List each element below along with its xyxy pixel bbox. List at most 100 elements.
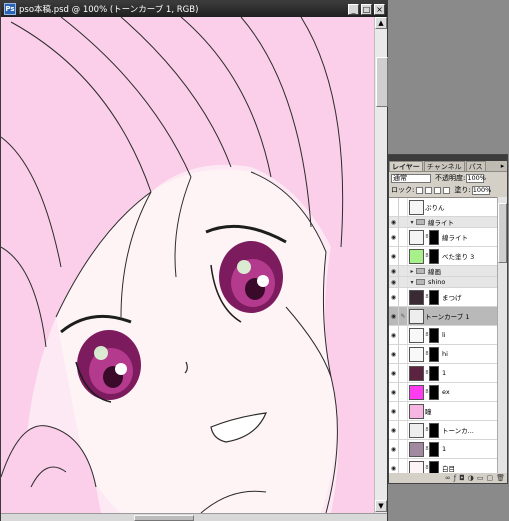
visibility-eye-icon[interactable]: ◉ [389, 383, 399, 401]
visibility-eye-icon[interactable]: ◉ [389, 402, 399, 420]
expand-down-icon[interactable]: ▾ [408, 279, 416, 286]
lock-move-icon[interactable] [434, 186, 442, 194]
layer-group-row[interactable]: ◉ ▾ 線ライト [389, 217, 497, 228]
palette-menu-icon[interactable]: ▸ [498, 162, 507, 171]
link-slot-icon[interactable] [399, 364, 408, 382]
adjustment-thumbnail-icon [409, 308, 424, 324]
layer-thumbnail [409, 441, 424, 457]
fill-field[interactable]: 100% [471, 185, 491, 195]
layer-mask-thumbnail[interactable] [429, 289, 439, 305]
scroll-down-arrow-icon[interactable]: ▼ [375, 500, 387, 512]
visibility-eye-icon[interactable]: ◉ [389, 345, 399, 363]
visibility-eye-icon[interactable]: ◉ [389, 266, 399, 276]
expand-right-icon[interactable]: ▸ [408, 268, 416, 275]
layer-mask-thumbnail[interactable] [429, 327, 439, 343]
layer-row[interactable]: ぷりん [389, 198, 497, 217]
canvas[interactable] [1, 17, 374, 513]
layers-scrollbar[interactable] [497, 197, 507, 473]
lock-label: ロック: [391, 186, 415, 194]
layer-mask-thumbnail[interactable] [429, 346, 439, 362]
opacity-field[interactable]: 100% [466, 173, 486, 183]
visibility-eye-icon[interactable]: ◉ [389, 247, 399, 265]
layer-group-row[interactable]: ◉ ▾ shino [389, 277, 497, 288]
layer-mask-thumbnail[interactable] [429, 229, 439, 245]
tab-channels[interactable]: チャンネル [423, 161, 465, 171]
tab-layers[interactable]: レイヤー [389, 161, 423, 171]
visibility-eye-icon[interactable]: ◉ [389, 440, 399, 458]
layer-mask-thumbnail[interactable] [429, 422, 439, 438]
layer-row[interactable]: ◉ ✎ トーンカーブ 1 [389, 307, 497, 326]
layer-name: トーンカーブ 1 [425, 313, 470, 321]
fill-label: 塗り: [454, 186, 471, 194]
link-slot-icon[interactable] [399, 266, 408, 276]
layer-mask-thumbnail[interactable] [429, 365, 439, 381]
visibility-eye-icon[interactable]: ◉ [389, 288, 399, 306]
link-slot-icon[interactable] [399, 345, 408, 363]
scroll-up-arrow-icon[interactable]: ▲ [375, 17, 387, 29]
lock-all-icon[interactable] [443, 186, 451, 194]
trash-icon[interactable]: 🗑 [496, 474, 505, 482]
layer-row[interactable]: ◉ 8 hi [389, 345, 497, 364]
layer-row[interactable]: ◉ 8 白目 [389, 459, 497, 473]
link-slot-icon[interactable] [399, 459, 408, 473]
lock-paint-icon[interactable] [425, 186, 433, 194]
blend-mode-select[interactable]: 通常 [391, 173, 431, 183]
visibility-eye-icon[interactable]: ◉ [389, 217, 399, 227]
group-icon[interactable]: ▭ [477, 474, 484, 482]
layer-row[interactable]: ◉ 8 べた塗り 3 [389, 247, 497, 266]
layer-row[interactable]: ◉ 8 1 [389, 440, 497, 459]
lock-transparency-icon[interactable] [416, 186, 424, 194]
layer-mask-thumbnail[interactable] [429, 441, 439, 457]
layer-mask-thumbnail[interactable] [429, 460, 439, 473]
layer-row[interactable]: ◉ 8 ex [389, 383, 497, 402]
document-titlebar[interactable]: Ps pso本稿.psd @ 100% (トーンカーブ 1, RGB) _ □ … [1, 1, 387, 17]
visibility-eye-icon[interactable]: ◉ [389, 421, 399, 439]
link-slot-icon[interactable] [399, 198, 408, 216]
link-slot-icon[interactable] [399, 440, 408, 458]
layer-row[interactable]: ◉ 8 トーンカ... [389, 421, 497, 440]
link-slot-icon[interactable] [399, 421, 408, 439]
layer-group-row[interactable]: ◉ ▸ 線画 [389, 266, 497, 277]
link-slot-icon[interactable] [399, 277, 408, 287]
visibility-eye-icon[interactable] [389, 198, 399, 216]
lock-row: ロック: 塗り: 100% [389, 184, 507, 196]
layer-mask-thumbnail[interactable] [429, 384, 439, 400]
canvas-vertical-scrollbar[interactable]: ▲ ▼ [374, 17, 388, 513]
link-icon[interactable]: ∞ [445, 474, 451, 482]
close-button[interactable]: × [374, 3, 385, 15]
layer-row[interactable]: ◉ 8 線ライト [389, 228, 497, 247]
canvas-horizontal-scrollbar[interactable] [1, 513, 387, 521]
layer-row[interactable]: ◉ 8 li [389, 326, 497, 345]
maximize-button[interactable]: □ [361, 3, 372, 15]
link-slot-icon[interactable] [399, 288, 408, 306]
visibility-eye-icon[interactable]: ◉ [389, 459, 399, 473]
link-slot-icon[interactable] [399, 383, 408, 401]
link-slot-icon[interactable] [399, 402, 408, 420]
expand-down-icon[interactable]: ▾ [408, 219, 416, 226]
layer-thumbnail [409, 460, 424, 473]
link-slot-icon[interactable] [399, 228, 408, 246]
visibility-eye-icon[interactable]: ◉ [389, 307, 399, 325]
layer-row[interactable]: ◉ 8 まつげ [389, 288, 497, 307]
layer-name: 線画 [428, 268, 441, 276]
layers-scroll-thumb[interactable] [498, 203, 507, 263]
minimize-button[interactable]: _ [348, 3, 359, 15]
link-slot-icon[interactable]: ✎ [399, 307, 408, 325]
vertical-scroll-thumb[interactable] [376, 57, 388, 107]
link-slot-icon[interactable] [399, 217, 408, 227]
visibility-eye-icon[interactable]: ◉ [389, 326, 399, 344]
layer-mask-thumbnail[interactable] [429, 248, 439, 264]
layer-row[interactable]: ◉ 瞳 [389, 402, 497, 421]
visibility-eye-icon[interactable]: ◉ [389, 364, 399, 382]
horizontal-scroll-thumb[interactable] [134, 515, 194, 521]
visibility-eye-icon[interactable]: ◉ [389, 228, 399, 246]
mask-icon[interactable]: ◘ [459, 474, 465, 482]
adjustment-icon[interactable]: ◑ [468, 474, 474, 482]
fx-icon[interactable]: ƒ [454, 474, 456, 482]
visibility-eye-icon[interactable]: ◉ [389, 277, 399, 287]
new-layer-icon[interactable]: ▢ [486, 474, 493, 482]
link-slot-icon[interactable] [399, 247, 408, 265]
layer-row[interactable]: ◉ 8 1 [389, 364, 497, 383]
link-slot-icon[interactable] [399, 326, 408, 344]
tab-paths[interactable]: パス [465, 161, 486, 171]
